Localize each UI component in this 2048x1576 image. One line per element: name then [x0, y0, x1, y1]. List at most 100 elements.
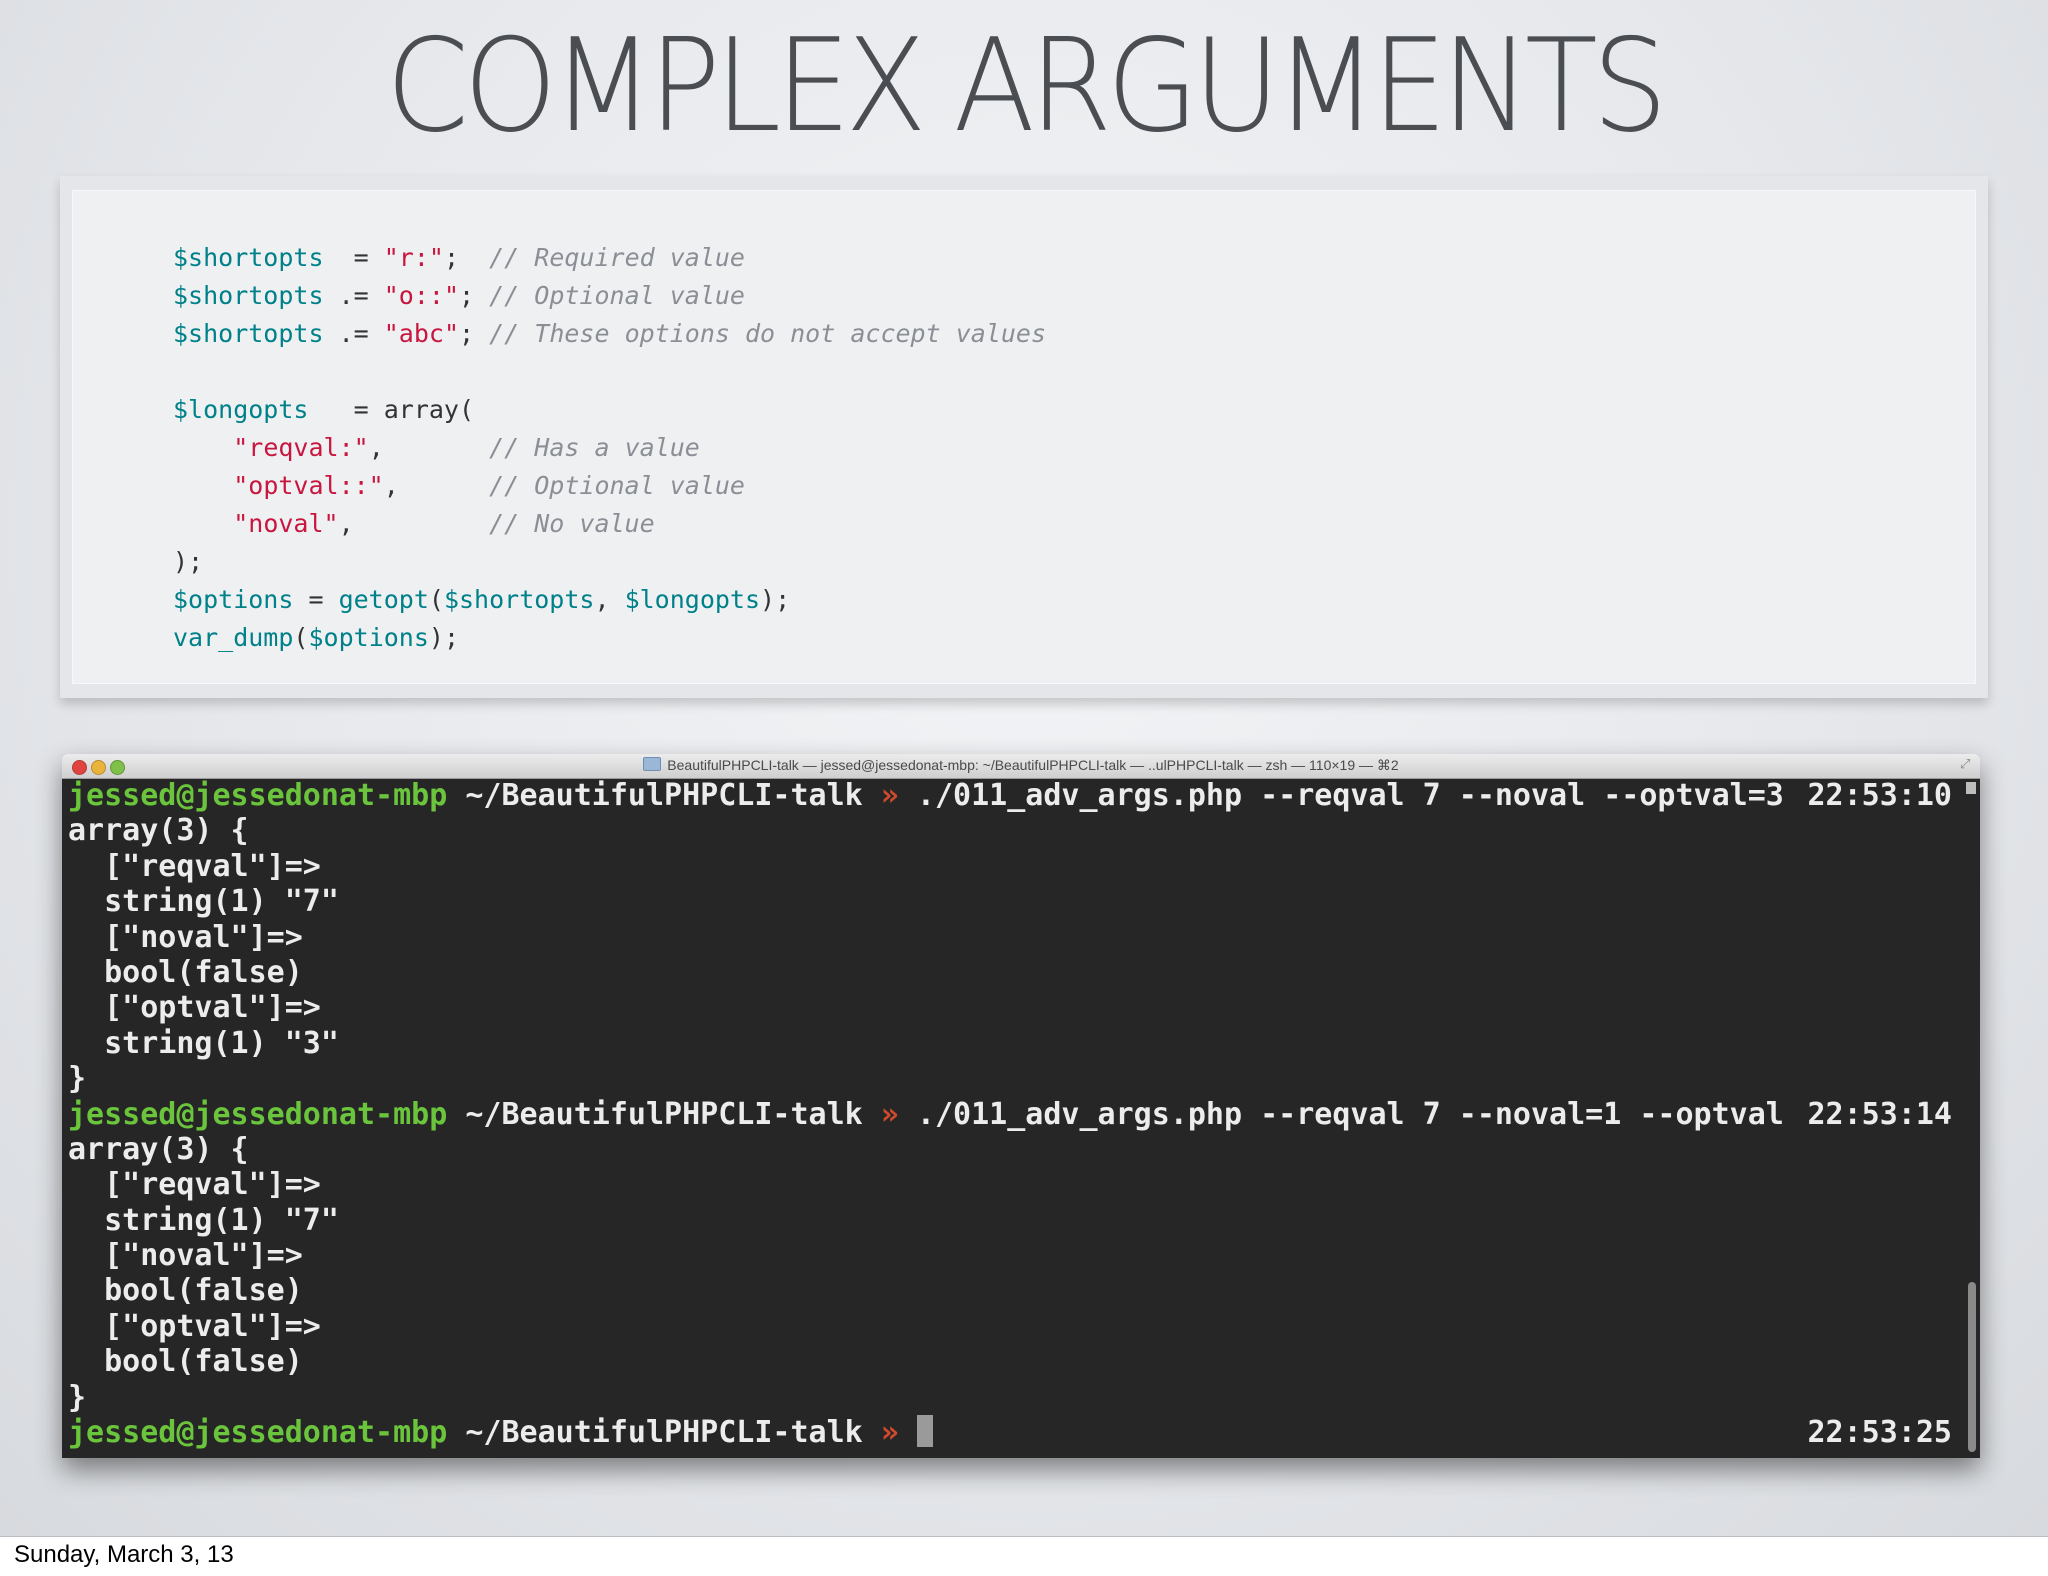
code-block: $shortopts = "r:"; // Required value $sho… — [173, 239, 1046, 657]
code-token: $longopts — [624, 585, 761, 614]
output-text: } — [68, 1379, 87, 1415]
prompt-timestamp: 22:53:25 — [1807, 1415, 1953, 1451]
terminal-output-line: } — [68, 1061, 1952, 1096]
code-token: // Optional value — [489, 281, 745, 310]
code-token: // Required value — [489, 243, 745, 272]
terminal-output-line: ["optval"]=> — [68, 990, 1952, 1025]
code-token: = — [293, 585, 339, 614]
output-text: array(3) { — [68, 1131, 249, 1167]
code-token: ); — [173, 547, 204, 576]
code-token: $shortopts — [173, 243, 324, 272]
output-text: array(3) { — [68, 813, 249, 849]
prompt-path: ~/BeautifulPHPCLI-talk — [447, 1415, 881, 1451]
code-token: ( — [293, 623, 309, 652]
prompt-timestamp: 22:53:14 — [1807, 1096, 1953, 1132]
code-token: ; — [459, 281, 490, 310]
prompt-command: ./011_adv_args.php --reqval 7 --noval --… — [898, 778, 1784, 813]
output-text: } — [68, 1061, 87, 1097]
code-line: $shortopts .= "abc"; // These options do… — [173, 315, 1046, 353]
terminal-output-line: } — [68, 1380, 1952, 1415]
fullscreen-icon[interactable]: ⤢ — [1960, 758, 1974, 772]
terminal-output-line: ["noval"]=> — [68, 1238, 1952, 1273]
code-panel: $shortopts = "r:"; // Required value $sho… — [60, 176, 1988, 698]
terminal-output-line: ["reqval"]=> — [68, 1167, 1952, 1202]
terminal-titlebar[interactable]: BeautifulPHPCLI-talk — jessed@jessedonat… — [62, 754, 1980, 779]
code-token: $shortopts — [173, 319, 324, 348]
terminal-output-line: ["noval"]=> — [68, 920, 1952, 955]
code-line: "optval::", // Optional value — [173, 467, 1046, 505]
code-token: // Has a value — [489, 433, 700, 462]
prompt-arrow-icon: » — [880, 1096, 899, 1132]
terminal-prompt-line: jessed@jessedonat-mbp ~/BeautifulPHPCLI-… — [68, 778, 1952, 813]
code-token: $shortopts — [443, 585, 595, 614]
terminal-output-line: string(1) "7" — [68, 1203, 1952, 1238]
code-token: var_dump — [173, 623, 294, 652]
code-token: = array( — [308, 395, 475, 424]
terminal-output-line: ["optval"]=> — [68, 1309, 1952, 1344]
scrollbar-marker — [1966, 782, 1976, 794]
slide-title: COMPLEX ARGUMENTS — [385, 12, 1668, 161]
terminal-prompt-line: jessed@jessedonat-mbp ~/BeautifulPHPCLI-… — [68, 1097, 1952, 1132]
code-token: , — [594, 585, 625, 614]
code-token: = — [323, 243, 384, 272]
code-token: ; — [443, 243, 490, 272]
slide-footer-date: Sunday, March 3, 13 — [14, 1541, 234, 1568]
code-token: $options — [308, 623, 429, 652]
output-text: ["noval"]=> — [68, 919, 303, 955]
code-token: getopt — [338, 585, 429, 614]
prompt-command — [899, 1415, 917, 1450]
output-text: bool(false) — [68, 1273, 303, 1309]
code-line: ); — [173, 543, 1046, 581]
output-text: bool(false) — [68, 1344, 303, 1380]
terminal-window[interactable]: BeautifulPHPCLI-talk — jessed@jessedonat… — [62, 754, 1980, 1458]
code-token: $shortopts — [173, 281, 324, 310]
output-text: ["noval"]=> — [68, 1238, 303, 1274]
terminal-output-line: ["reqval"]=> — [68, 849, 1952, 884]
prompt-user: jessed@jessedonat-mbp — [68, 778, 448, 813]
terminal-cursor — [916, 1415, 933, 1448]
code-token: // Optional value — [489, 471, 745, 500]
prompt-command: ./011_adv_args.php --reqval 7 --noval=1 … — [898, 1096, 1784, 1132]
code-token: // No value — [489, 509, 655, 538]
code-token: "r:" — [383, 243, 444, 272]
code-token: .= — [323, 319, 384, 348]
terminal-output-line: array(3) { — [68, 1132, 1952, 1167]
code-line: $longopts = array( — [173, 391, 1046, 429]
terminal-output-line: bool(false) — [68, 1273, 1952, 1308]
code-token: "o::" — [383, 281, 459, 310]
terminal-output-line: string(1) "3" — [68, 1026, 1952, 1061]
code-token: ; — [459, 319, 490, 348]
output-text: ["reqval"]=> — [68, 848, 321, 884]
code-token: .= — [323, 281, 384, 310]
code-token: // These options do not accept values — [489, 319, 1047, 348]
code-token: $options — [173, 585, 294, 614]
prompt-user: jessed@jessedonat-mbp — [68, 1096, 448, 1132]
prompt-timestamp: 22:53:10 — [1807, 778, 1953, 813]
terminal-prompt-line: jessed@jessedonat-mbp ~/BeautifulPHPCLI-… — [68, 1415, 1952, 1450]
prompt-path: ~/BeautifulPHPCLI-talk — [447, 1096, 881, 1132]
slide: COMPLEX ARGUMENTS $shortopts = "r:"; // … — [0, 0, 2048, 1537]
prompt-arrow-icon: » — [880, 778, 899, 813]
code-line: var_dump($options); — [173, 619, 1046, 657]
code-token: "optval::" — [233, 471, 384, 500]
code-token: , — [368, 433, 490, 462]
code-token: ( — [428, 585, 444, 614]
code-line: "noval", // No value — [173, 505, 1046, 543]
output-text: ["reqval"]=> — [68, 1167, 321, 1203]
code-line: "reqval:", // Has a value — [173, 429, 1046, 467]
code-token: $longopts — [173, 395, 309, 424]
code-token: "reqval:" — [233, 433, 369, 462]
output-text: string(1) "7" — [68, 1202, 339, 1238]
terminal-scrollbar[interactable] — [1964, 782, 1976, 1454]
scrollbar-thumb[interactable] — [1968, 1282, 1976, 1452]
output-text: bool(false) — [68, 954, 303, 990]
code-token: ); — [760, 585, 791, 614]
terminal-output[interactable]: jessed@jessedonat-mbp ~/BeautifulPHPCLI-… — [68, 778, 1952, 1450]
output-text: string(1) "7" — [68, 884, 339, 920]
output-text: ["optval"]=> — [68, 1308, 321, 1344]
code-token: "noval" — [233, 509, 339, 538]
terminal-output-line: array(3) { — [68, 813, 1952, 848]
